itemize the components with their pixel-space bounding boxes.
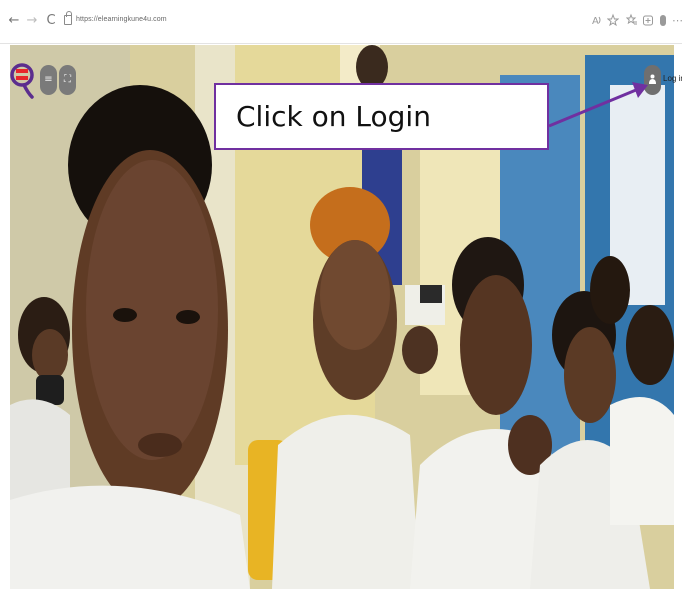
address-bar[interactable]: https://elearningkune4u.com — [76, 16, 167, 23]
profile-icon[interactable] — [656, 13, 670, 29]
hamburger-icon: ≡ — [44, 74, 53, 85]
lock-icon[interactable] — [64, 11, 72, 25]
fullscreen-icon: ⛶ — [64, 74, 71, 85]
login-link[interactable]: Log in — [663, 74, 682, 83]
browser-toolbar: ← → C https://elearningkune4u.com A ⋯ — [0, 0, 682, 44]
collections-icon[interactable] — [641, 13, 655, 29]
tutorial-callout: Click on Login — [214, 83, 549, 150]
site-logo[interactable] — [10, 59, 34, 101]
login-area: Log in — [644, 65, 682, 95]
read-aloud-icon[interactable]: A — [590, 13, 604, 29]
back-arrow-icon[interactable]: ← — [7, 14, 21, 28]
menu-toggle-button[interactable]: ≡ — [40, 65, 57, 95]
add-favorite-icon[interactable] — [606, 13, 620, 29]
user-icon — [649, 74, 656, 84]
more-icon[interactable]: ⋯ — [672, 13, 682, 29]
favorites-icon[interactable] — [625, 13, 639, 29]
svg-text:A: A — [592, 16, 599, 27]
callout-text: Click on Login — [236, 100, 431, 133]
forward-arrow-icon[interactable]: → — [25, 14, 39, 28]
reload-icon[interactable]: C — [44, 14, 58, 28]
login-button[interactable] — [644, 65, 661, 95]
fullscreen-button[interactable]: ⛶ — [59, 65, 76, 95]
